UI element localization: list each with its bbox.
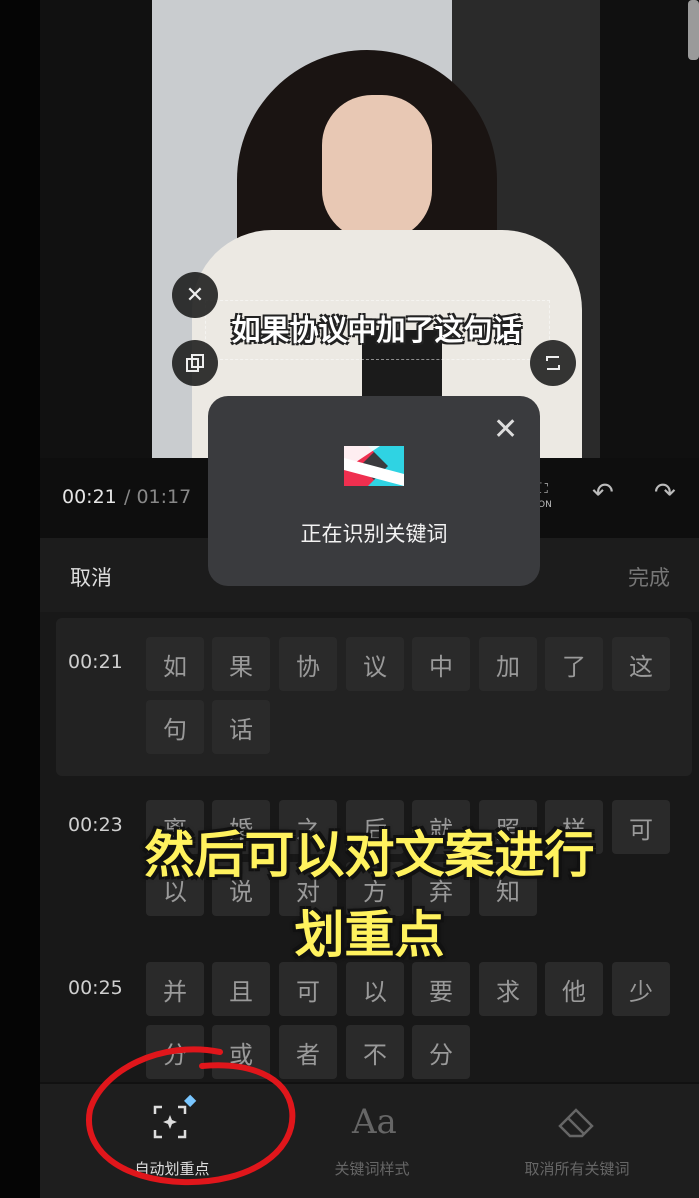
word-chip[interactable]: 议 — [346, 637, 404, 691]
overlay-subtitle: 然后可以对文案进行 划重点 — [40, 815, 699, 975]
word-chip[interactable]: 这 — [612, 637, 670, 691]
rotate-scale-icon[interactable] — [530, 340, 576, 386]
done-button[interactable]: 完成 — [628, 562, 670, 592]
word-chip[interactable]: 加 — [479, 637, 537, 691]
video-preview[interactable] — [152, 0, 600, 458]
tool-label-clear-keywords[interactable]: 取消所有关键词 — [502, 1158, 652, 1179]
word-chip[interactable]: 了 — [545, 637, 603, 691]
video-caption: 如果协议中加了这句话 — [231, 313, 522, 347]
eraser-icon[interactable] — [556, 1104, 598, 1144]
capcut-logo-icon — [340, 440, 408, 496]
cancel-button[interactable]: 取消 — [70, 562, 112, 592]
row-timestamp: 00:21 — [68, 651, 123, 673]
text-style-icon[interactable]: Aa — [352, 1102, 397, 1142]
undo-icon[interactable]: ↶ — [592, 478, 614, 508]
word-chip[interactable]: 如 — [146, 637, 204, 691]
word-chip[interactable]: 中 — [412, 637, 470, 691]
tool-label-keyword-style[interactable]: 关键词样式 — [310, 1158, 434, 1179]
total-time: / 01:17 — [124, 486, 192, 508]
keyframe-icon[interactable]: ⛶ ON — [538, 482, 552, 512]
redo-icon[interactable]: ↷ — [654, 478, 676, 508]
video-side-area — [600, 0, 699, 458]
copy-icon[interactable] — [172, 340, 218, 386]
left-edge — [0, 0, 40, 1198]
current-time: 00:21 — [62, 486, 117, 508]
word-chip[interactable]: 分 — [412, 1025, 470, 1079]
row-timestamp: 00:25 — [68, 977, 123, 999]
close-icon[interactable]: ✕ — [172, 272, 218, 318]
word-chip[interactable]: 协 — [279, 637, 337, 691]
overlay-subtitle-line2: 划重点 — [294, 906, 445, 964]
word-chip[interactable]: 不 — [346, 1025, 404, 1079]
person-face — [322, 95, 432, 240]
toast-close-icon[interactable]: ✕ — [493, 412, 518, 447]
overlay-subtitle-line1: 然后可以对文案进行 — [144, 826, 595, 884]
word-chip[interactable]: 果 — [212, 637, 270, 691]
toast-message: 正在识别关键词 — [300, 522, 448, 546]
word-chip[interactable]: 话 — [212, 700, 270, 754]
red-annotation-circle — [86, 1046, 296, 1186]
scroll-indicator — [688, 0, 699, 60]
word-chip[interactable]: 句 — [146, 700, 204, 754]
